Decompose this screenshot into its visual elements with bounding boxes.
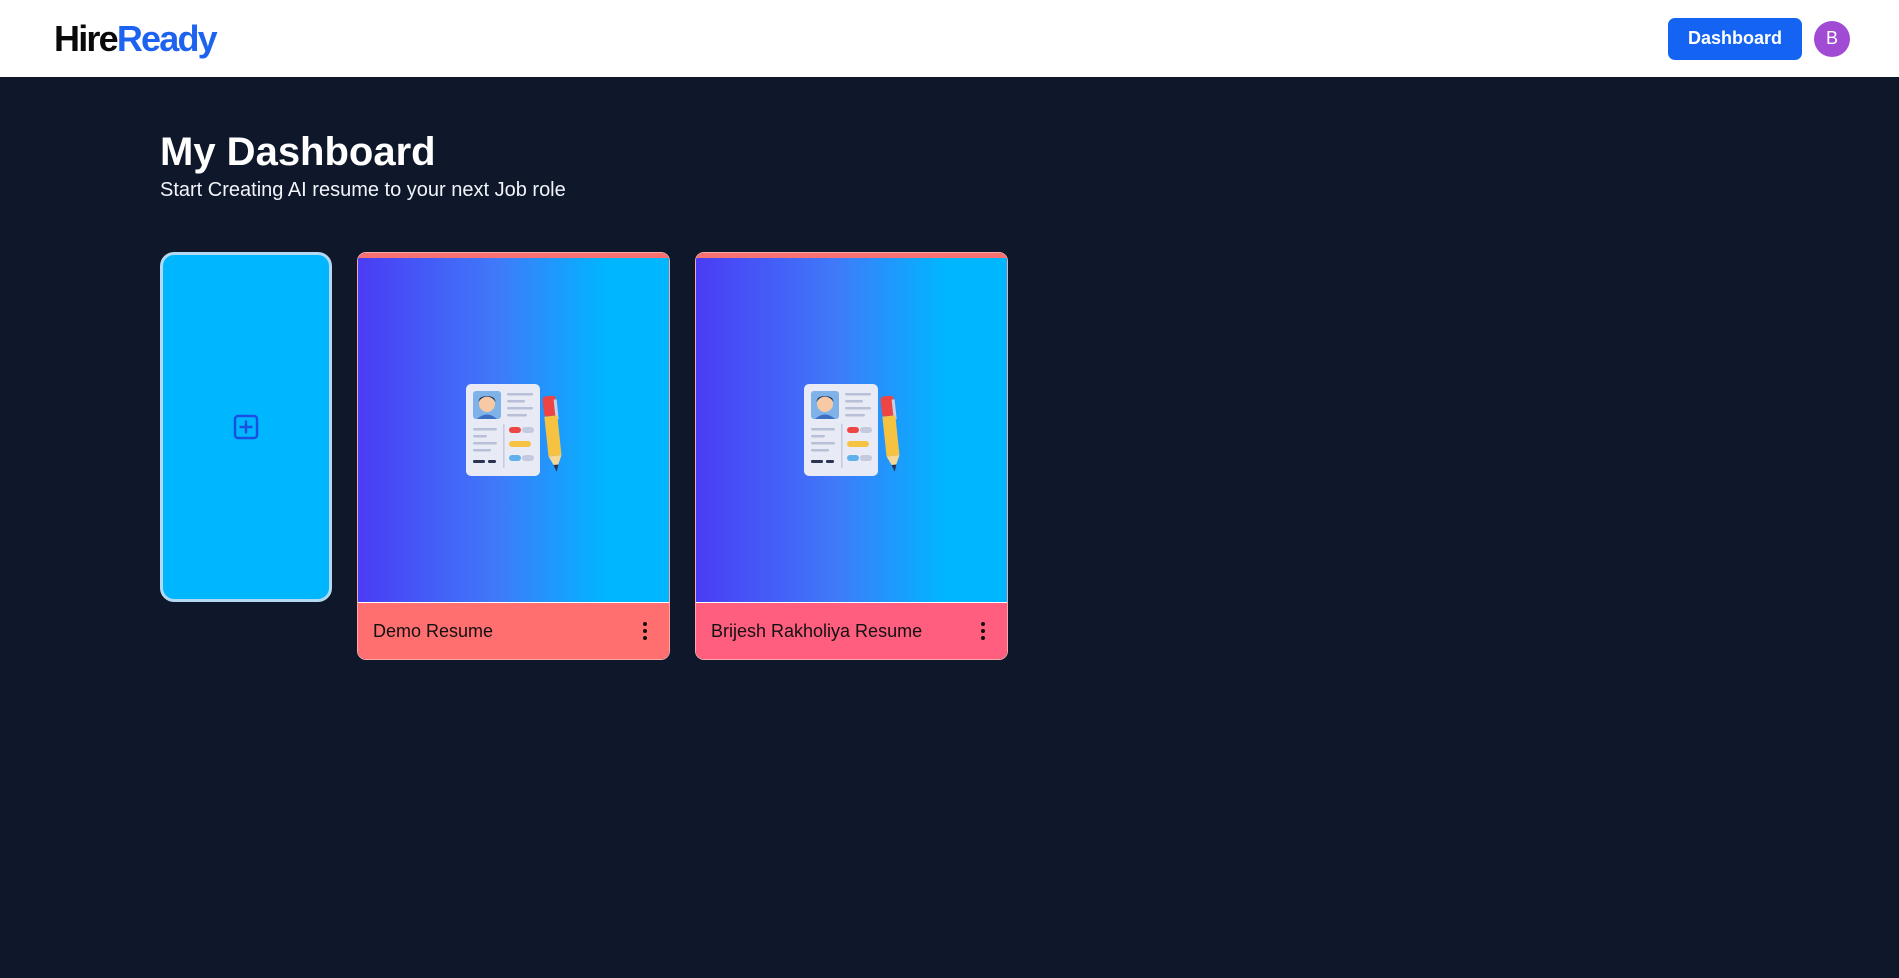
hireready-logo[interactable]: Hire Ready bbox=[54, 17, 218, 60]
page-subtitle: Start Creating AI resume to your next Jo… bbox=[160, 179, 566, 201]
plus-square-icon bbox=[233, 414, 259, 440]
dashboard-main: My Dashboard Start Creating AI resume to… bbox=[160, 77, 1760, 660]
logo-text-hire: Hire bbox=[54, 17, 119, 59]
top-navbar: Hire Ready Dashboard B bbox=[0, 0, 1899, 77]
logo-text-ready: Ready bbox=[116, 17, 218, 59]
resume-card-footer: Brijesh Rakholiya Resume bbox=[696, 603, 1007, 659]
resume-title[interactable]: Demo Resume bbox=[373, 621, 493, 642]
resume-card[interactable]: Brijesh Rakholiya Resume bbox=[695, 252, 1008, 660]
more-options-icon[interactable] bbox=[635, 619, 655, 643]
dashboard-button[interactable]: Dashboard bbox=[1667, 17, 1802, 60]
resume-thumbnail[interactable] bbox=[358, 258, 669, 603]
resume-grid: Demo Resume Brijesh Rakholiya Resume bbox=[160, 252, 1360, 672]
resume-pen-icon bbox=[465, 384, 561, 476]
resume-card-footer: Demo Resume bbox=[358, 603, 669, 659]
resume-title[interactable]: Brijesh Rakholiya Resume bbox=[711, 621, 922, 642]
user-avatar[interactable]: B bbox=[1814, 20, 1850, 57]
add-resume-card[interactable] bbox=[160, 252, 332, 602]
resume-thumbnail[interactable] bbox=[696, 258, 1007, 603]
resume-pen-icon bbox=[803, 384, 899, 476]
resume-card[interactable]: Demo Resume bbox=[357, 252, 670, 660]
page-title: My Dashboard bbox=[160, 130, 436, 174]
header-actions: Dashboard B bbox=[1667, 17, 1850, 60]
more-options-icon[interactable] bbox=[973, 619, 993, 643]
